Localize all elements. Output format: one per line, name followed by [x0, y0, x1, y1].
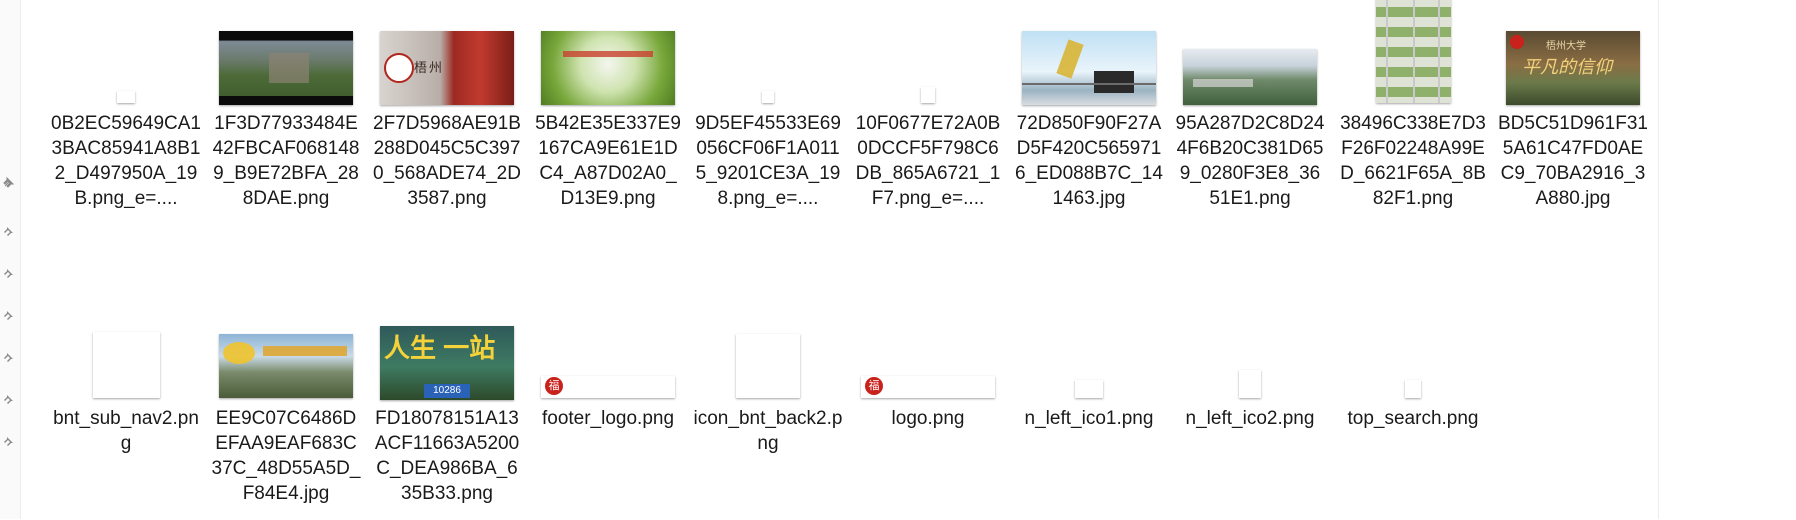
file-thumbnail [51, 300, 201, 400]
pin-icon[interactable] [2, 175, 16, 189]
file-item[interactable]: 10F0677E72A0B0DCCF5F798C6DB_865A6721_1F7… [853, 5, 1003, 225]
file-item[interactable]: top_search.png [1338, 300, 1488, 520]
file-name: 9D5EF45533E69056CF06F1A0115_9201CE3A_198… [695, 113, 841, 209]
file-thumbnail [1338, 0, 1488, 105]
file-item[interactable]: 95A287D2C8D244F6B20C381D659_0280F3E8_365… [1175, 5, 1325, 225]
file-name: 72D850F90F27AD5F420C5659716_ED088B7C_141… [1015, 113, 1163, 209]
thumb-caption: 人生 一站 [384, 333, 496, 363]
pin-icon[interactable] [2, 308, 16, 322]
file-thumbnail [693, 300, 843, 400]
file-name: 5B42E35E337E9167CA9E61E1DC4_A87D02A0_D13… [535, 113, 681, 209]
file-name: top_search.png [1347, 408, 1479, 429]
file-name: logo.png [891, 408, 965, 429]
file-name: 95A287D2C8D244F6B20C381D659_0280F3E8_365… [1175, 113, 1325, 209]
pin-icon[interactable] [2, 434, 16, 448]
file-thumbnail [693, 5, 843, 105]
file-item[interactable]: n_left_ico2.png [1175, 300, 1325, 520]
file-item[interactable]: 0B2EC59649CA13BAC85941A8B12_D497950A_19B… [51, 5, 201, 225]
file-name: bnt_sub_nav2.png [53, 408, 199, 454]
pin-icon[interactable] [2, 392, 16, 406]
logo-seal-icon: 福 [865, 377, 883, 395]
file-thumbnail [1175, 300, 1325, 400]
file-item[interactable]: 1F3D77933484E42FBCAF0681489_B9E72BFA_288… [211, 5, 361, 225]
file-name: 2F7D5968AE91B288D045C5C3970_568ADE74_2D3… [373, 113, 521, 209]
file-item[interactable]: 38496C338E7D3F26F02248A99ED_6621F65A_8B8… [1338, 0, 1488, 225]
file-name: footer_logo.png [541, 408, 675, 429]
file-thumbnail: 福 [533, 300, 683, 400]
file-item[interactable]: 72D850F90F27AD5F420C5659716_ED088B7C_141… [1014, 5, 1164, 225]
file-item[interactable]: 福 logo.png [853, 300, 1003, 520]
sign-text: 梧州 [414, 60, 445, 75]
file-item[interactable]: icon_bnt_back2.png [693, 300, 843, 520]
file-thumbnail [51, 5, 201, 105]
file-name: EE9C07C6486DEFAA9EAF683C37C_48D55A5D_F84… [211, 408, 361, 504]
file-name: n_left_ico2.png [1185, 408, 1315, 429]
thumb-caption: 平凡的信仰 [1522, 57, 1612, 77]
file-thumbnail [1014, 300, 1164, 400]
file-thumbnail: 梧州 [372, 5, 522, 105]
file-thumbnail [211, 300, 361, 400]
file-item[interactable]: 梧州 2F7D5968AE91B288D045C5C3970_568ADE74_… [372, 5, 522, 225]
file-thumbnail [211, 5, 361, 105]
empty-area [1659, 0, 1796, 519]
file-thumbnail: 人生 一站 10286 [372, 300, 522, 400]
file-item[interactable]: n_left_ico1.png [1014, 300, 1164, 520]
thumb-caption: 梧州大学 [1546, 41, 1586, 52]
file-name: n_left_ico1.png [1024, 408, 1154, 429]
file-name: 10F0677E72A0B0DCCF5F798C6DB_865A6721_1F7… [855, 113, 1001, 209]
file-item[interactable]: bnt_sub_nav2.png [51, 300, 201, 520]
file-item[interactable]: 福 footer_logo.png [533, 300, 683, 520]
pin-icon[interactable] [2, 224, 16, 238]
file-thumbnail: 梧州大学 平凡的信仰 [1498, 5, 1648, 105]
file-thumbnail [1338, 300, 1488, 400]
pin-icon[interactable] [2, 350, 16, 364]
file-thumbnail [853, 5, 1003, 105]
file-item[interactable]: 5B42E35E337E9167CA9E61E1DC4_A87D02A0_D13… [533, 5, 683, 225]
thumb-caption: 10286 [424, 384, 470, 398]
file-thumbnail [533, 5, 683, 105]
logo-seal-icon: 福 [545, 377, 563, 395]
pin-icon[interactable] [2, 266, 16, 280]
file-name: 1F3D77933484E42FBCAF0681489_B9E72BFA_288… [212, 113, 360, 209]
file-name: FD18078151A13ACF11663A5200C_DEA986BA_635… [374, 408, 520, 504]
file-name: 0B2EC59649CA13BAC85941A8B12_D497950A_19B… [51, 113, 201, 209]
file-thumbnail [1014, 5, 1164, 105]
file-name: BD5C51D961F315A61C47FD0AEC9_70BA2916_3A8… [1498, 113, 1648, 209]
file-item[interactable]: EE9C07C6486DEFAA9EAF683C37C_48D55A5D_F84… [211, 300, 361, 520]
file-name: 38496C338E7D3F26F02248A99ED_6621F65A_8B8… [1340, 113, 1486, 209]
file-thumbnail [1175, 5, 1325, 105]
navigation-pane-edge [0, 0, 21, 519]
file-item[interactable]: 梧州大学 平凡的信仰 BD5C51D961F315A61C47FD0AEC9_7… [1498, 5, 1648, 225]
file-item[interactable]: 9D5EF45533E69056CF06F1A0115_9201CE3A_198… [693, 5, 843, 225]
file-item[interactable]: 人生 一站 10286 FD18078151A13ACF11663A5200C_… [372, 300, 522, 520]
file-name: icon_bnt_back2.png [693, 408, 843, 454]
file-thumbnail: 福 [853, 300, 1003, 400]
